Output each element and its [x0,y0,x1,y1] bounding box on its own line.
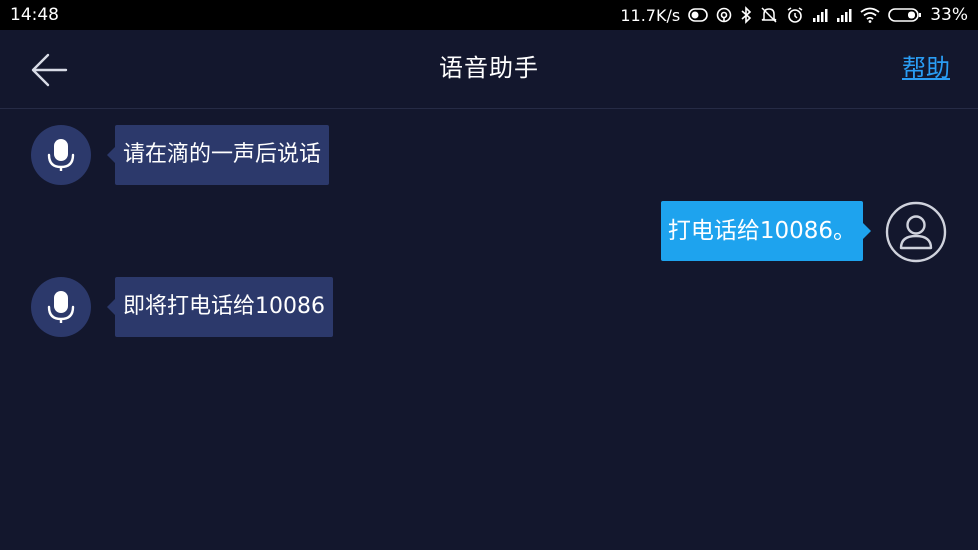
microphone-icon [47,139,75,171]
status-bar: 14:48 11.7K/s 33% [0,0,978,30]
network-speed: 11.7K/s [620,5,681,25]
status-icons: 11.7K/s 33% [620,4,968,26]
battery-icon [888,7,922,23]
title-bar: 语音助手 帮助 [0,30,978,109]
battery-percent: 33% [930,5,968,25]
bluetooth-icon [740,6,752,24]
data-saver-icon [688,8,709,22]
wifi-icon [860,7,880,23]
help-link[interactable]: 帮助 [902,52,950,84]
assistant-message: 请在滴的一声后说话 [106,125,330,185]
user-icon [885,201,947,263]
alarm-icon [786,6,804,24]
assistant-avatar [31,277,91,337]
status-time: 14:48 [10,5,59,25]
user-avatar [885,201,947,263]
signal-icon [812,8,828,22]
mute-icon [760,6,778,24]
user-message: 打电话给10086。 [660,201,872,261]
microphone-icon [47,291,75,323]
page-title: 语音助手 [439,54,539,82]
hotspot-icon [716,7,732,23]
assistant-message: 即将打电话给10086 [107,277,333,337]
assistant-avatar [31,125,91,185]
signal-icon [836,8,852,22]
